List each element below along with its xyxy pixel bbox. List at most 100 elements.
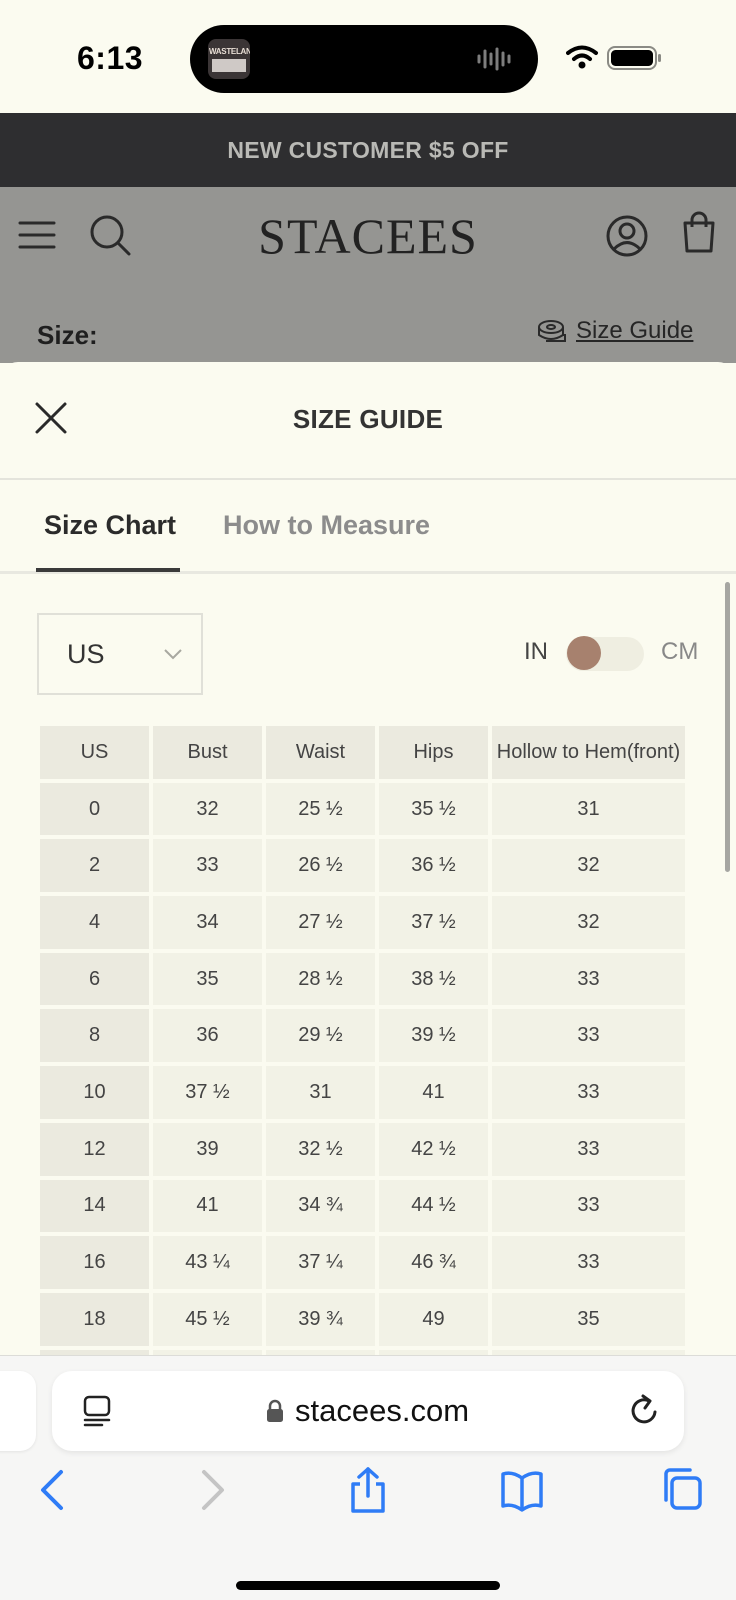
home-indicator[interactable] — [236, 1581, 500, 1590]
table-cell: 33 — [492, 1066, 685, 1119]
album-art-band — [212, 59, 246, 72]
table-row: 0 32 25 ½ 35 ½ 31 — [40, 782, 685, 836]
table-cell: 35 — [492, 1292, 685, 1346]
tab-how-to-measure[interactable]: How to Measure — [223, 510, 430, 541]
status-time: 6:13 — [77, 40, 144, 76]
chevron-down-icon — [164, 649, 182, 660]
table-cell: 35 ½ — [379, 782, 488, 836]
size-region-select[interactable]: US — [37, 613, 203, 695]
site-header: STACEES Size: Size Guide — [0, 187, 736, 363]
previous-tab-preview[interactable] — [0, 1371, 36, 1451]
table-cell: 0 — [40, 782, 149, 836]
column-header: Hollow to Hem(front) — [492, 726, 685, 779]
table-row: 10 37 ½ 31 41 33 — [40, 1066, 685, 1119]
table-cell: 32 — [153, 782, 262, 836]
column-header: Hips — [379, 726, 488, 779]
unit-toggle-cm-label: CM — [661, 638, 699, 665]
table-cell: 35 — [153, 952, 262, 1006]
browser-toolbar: stacees.com — [0, 1355, 736, 1600]
table-cell: 46 ¾ — [379, 1236, 488, 1289]
measuring-tape-icon — [538, 320, 566, 342]
size-guide-tabs: Size Chart How to Measure — [0, 482, 736, 574]
table-cell: 42 ½ — [379, 1122, 488, 1176]
url-text: stacees.com — [295, 1393, 470, 1428]
back-icon[interactable] — [31, 1466, 75, 1514]
table-header-row: US Bust Waist Hips Hollow to Hem(front) — [40, 726, 685, 779]
table-cell: 37 ½ — [379, 896, 488, 949]
table-row: 18 45 ½ 39 ¾ 49 35 — [40, 1292, 685, 1346]
unit-toggle[interactable]: IN CM — [522, 634, 702, 674]
size-region-value: US — [67, 639, 105, 669]
table-cell: 44 ½ — [379, 1179, 488, 1233]
table-cell: 33 — [153, 839, 262, 893]
table-cell: 12 — [40, 1122, 149, 1176]
table-cell: 18 — [40, 1292, 149, 1346]
sheet-header: SIZE GUIDE — [0, 362, 736, 480]
table-cell: 37 ½ — [153, 1066, 262, 1119]
table-cell: 41 — [153, 1179, 262, 1233]
tabs-overview-icon[interactable] — [660, 1466, 704, 1514]
size-chart-table: US Bust Waist Hips Hollow to Hem(front) … — [36, 722, 689, 1356]
table-cell: 33 — [492, 1179, 685, 1233]
unit-toggle-knob[interactable] — [567, 636, 601, 670]
table-cell: 25 ½ — [266, 782, 375, 836]
table-cell: 32 ½ — [266, 1122, 375, 1176]
table-cell: 32 — [492, 839, 685, 893]
column-header: Bust — [153, 726, 262, 779]
status-icons — [566, 45, 661, 70]
size-guide-sheet: SIZE GUIDE Size Chart How to Measure US … — [0, 362, 736, 1356]
table-row: 8 36 29 ½ 39 ½ 33 — [40, 1009, 685, 1063]
bookmarks-icon[interactable] — [500, 1466, 544, 1514]
reload-icon[interactable] — [628, 1393, 660, 1427]
table-cell: 29 ½ — [266, 1009, 375, 1063]
table-row: 14 41 34 ¾ 44 ½ 33 — [40, 1179, 685, 1233]
table-cell: 39 — [153, 1122, 262, 1176]
table-row: 6 35 28 ½ 38 ½ 33 — [40, 952, 685, 1006]
table-cell: 32 — [492, 896, 685, 949]
table-cell: 34 — [153, 896, 262, 949]
table-cell: 33 — [492, 1236, 685, 1289]
tab-size-chart[interactable]: Size Chart — [44, 510, 176, 541]
table-row: 4 34 27 ½ 37 ½ 32 — [40, 896, 685, 949]
size-guide-link-text: Size Guide — [576, 317, 694, 344]
table-cell: 39 ¾ — [266, 1292, 375, 1346]
table-cell: 28 ½ — [266, 952, 375, 1006]
size-guide-link[interactable]: Size Guide — [536, 317, 693, 345]
table-cell: 27 ½ — [266, 896, 375, 949]
table-cell: 8 — [40, 1009, 149, 1063]
account-icon[interactable] — [605, 214, 649, 258]
share-icon[interactable] — [346, 1466, 390, 1514]
table-cell: 14 — [40, 1179, 149, 1233]
table-cell: 33 — [492, 1122, 685, 1176]
forward-icon[interactable] — [190, 1466, 234, 1514]
table-cell: 41 — [379, 1066, 488, 1119]
table-cell: 33 — [492, 1009, 685, 1063]
shopping-bag-icon[interactable] — [681, 211, 717, 253]
album-art-text: WASTELAND — [209, 47, 250, 56]
table-cell: 37 ¼ — [266, 1236, 375, 1289]
table-cell: 6 — [40, 952, 149, 1006]
product-size-label: Size: — [37, 320, 98, 350]
table-cell: 26 ½ — [266, 839, 375, 893]
active-tab-indicator — [36, 568, 180, 572]
page-menu-icon[interactable] — [82, 1395, 112, 1427]
column-header: US — [40, 726, 149, 779]
dynamic-island[interactable]: WASTELAND — [190, 25, 538, 93]
address-bar[interactable]: stacees.com — [52, 1371, 684, 1451]
audio-waveform-icon — [477, 47, 511, 71]
promo-banner[interactable]: NEW CUSTOMER $5 OFF — [0, 113, 736, 187]
column-header: Waist — [266, 726, 375, 779]
table-cell: 49 — [379, 1292, 488, 1346]
table-row: 2 33 26 ½ 36 ½ 32 — [40, 839, 685, 893]
table-cell: 38 ½ — [379, 952, 488, 1006]
table-cell: 36 ½ — [379, 839, 488, 893]
table-cell: 45 ½ — [153, 1292, 262, 1346]
sheet-scroll-indicator[interactable] — [725, 582, 730, 872]
table-cell: 43 ¼ — [153, 1236, 262, 1289]
table-cell: 31 — [492, 782, 685, 836]
table-cell: 31 — [266, 1066, 375, 1119]
wifi-icon — [566, 45, 598, 69]
table-cell: 2 — [40, 839, 149, 893]
promo-text: NEW CUSTOMER $5 OFF — [227, 136, 509, 163]
battery-icon — [607, 46, 661, 70]
